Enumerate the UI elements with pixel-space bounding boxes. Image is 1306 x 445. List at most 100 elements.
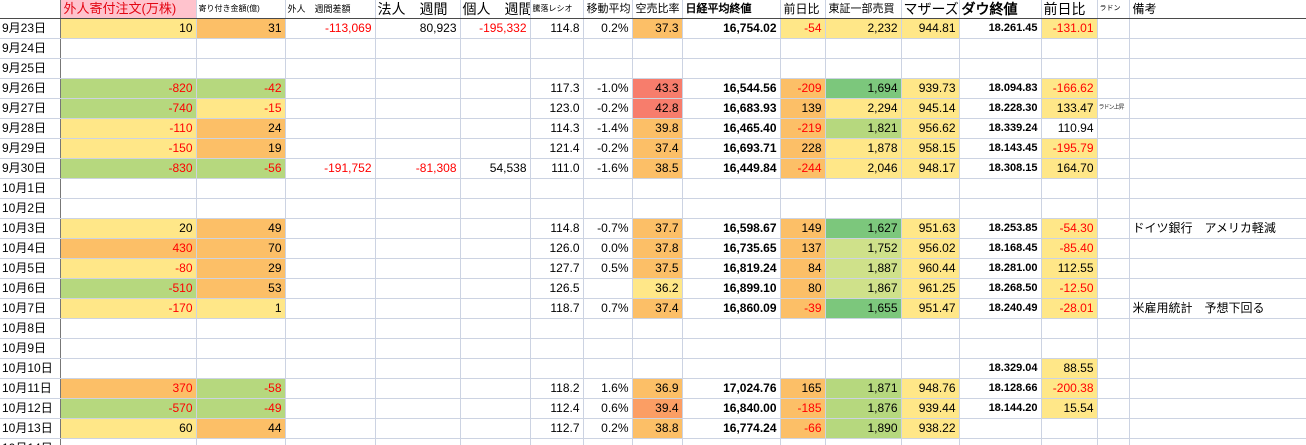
cell-radon[interactable] <box>1097 258 1130 279</box>
cell-ratio[interactable]: 123.0 <box>530 98 584 119</box>
cell-karauri[interactable]: 37.8 <box>632 238 683 259</box>
cell-karauri[interactable]: 38.5 <box>632 158 683 179</box>
cell-nikkei[interactable]: 16,840.00 <box>682 398 781 419</box>
row-date[interactable]: 10月13日 <box>0 418 61 439</box>
cell-tosho[interactable]: 1,655 <box>825 298 902 319</box>
cell-biko[interactable]: ドイツ銀行 アメリカ軽減 <box>1129 218 1306 239</box>
row-date[interactable]: 10月2日 <box>0 198 61 219</box>
cell-ma[interactable] <box>583 278 633 299</box>
cell-ratio[interactable]: 118.2 <box>530 378 584 399</box>
cell-biko[interactable] <box>1129 278 1306 299</box>
row-date[interactable]: 9月24日 <box>0 38 61 59</box>
cell-gaijin_week[interactable] <box>285 398 376 419</box>
cell-ma[interactable] <box>583 318 633 339</box>
cell-hojin_week[interactable] <box>375 58 461 79</box>
cell-karauri[interactable]: 43.3 <box>632 78 683 99</box>
cell-ratio[interactable]: 127.7 <box>530 258 584 279</box>
cell-dow[interactable]: 18.168.45 <box>959 238 1042 259</box>
cell-mothers[interactable] <box>901 438 960 445</box>
cell-kingaku[interactable] <box>196 438 286 445</box>
cell-radon[interactable] <box>1097 218 1130 239</box>
cell-kingaku[interactable]: 1 <box>196 298 286 319</box>
column-header-nikkei[interactable]: 日経平均終値 <box>682 0 781 19</box>
cell-gaijin_week[interactable] <box>285 58 376 79</box>
cell-gaijin[interactable]: 10 <box>60 18 197 39</box>
cell-dow[interactable] <box>959 198 1042 219</box>
cell-kojin_week[interactable] <box>460 378 531 399</box>
cell-mothers[interactable]: 956.62 <box>901 118 960 139</box>
cell-kingaku[interactable]: -15 <box>196 98 286 119</box>
cell-dow_diff[interactable]: -85.40 <box>1041 238 1098 259</box>
cell-kingaku[interactable]: 49 <box>196 218 286 239</box>
cell-kojin_week[interactable] <box>460 118 531 139</box>
corner-header[interactable] <box>0 0 61 19</box>
cell-tosho[interactable] <box>825 58 902 79</box>
cell-biko[interactable] <box>1129 18 1306 39</box>
cell-mothers[interactable] <box>901 318 960 339</box>
cell-hojin_week[interactable] <box>375 138 461 159</box>
cell-mothers[interactable] <box>901 38 960 59</box>
cell-gaijin_week[interactable] <box>285 318 376 339</box>
cell-karauri[interactable] <box>632 178 683 199</box>
cell-karauri[interactable]: 37.5 <box>632 258 683 279</box>
cell-biko[interactable] <box>1129 398 1306 419</box>
cell-nikkei_diff[interactable]: -219 <box>780 118 826 139</box>
cell-dow_diff[interactable]: 88.55 <box>1041 358 1098 379</box>
cell-nikkei_diff[interactable] <box>780 198 826 219</box>
row-date[interactable]: 10月7日 <box>0 298 61 319</box>
cell-dow[interactable] <box>959 418 1042 439</box>
row-date[interactable]: 9月27日 <box>0 98 61 119</box>
cell-tosho[interactable] <box>825 338 902 359</box>
cell-hojin_week[interactable] <box>375 178 461 199</box>
cell-biko[interactable] <box>1129 198 1306 219</box>
cell-radon[interactable] <box>1097 278 1130 299</box>
cell-gaijin_week[interactable] <box>285 298 376 319</box>
cell-radon[interactable] <box>1097 18 1130 39</box>
cell-biko[interactable] <box>1129 78 1306 99</box>
cell-radon[interactable] <box>1097 298 1130 319</box>
cell-gaijin_week[interactable] <box>285 258 376 279</box>
cell-kingaku[interactable]: 70 <box>196 238 286 259</box>
cell-dow_diff[interactable]: 110.94 <box>1041 118 1098 139</box>
cell-dow_diff[interactable] <box>1041 318 1098 339</box>
cell-dow[interactable]: 18.228.30 <box>959 98 1042 119</box>
cell-hojin_week[interactable] <box>375 218 461 239</box>
cell-karauri[interactable]: 42.8 <box>632 98 683 119</box>
cell-ratio[interactable]: 117.3 <box>530 78 584 99</box>
cell-mothers[interactable]: 956.02 <box>901 238 960 259</box>
column-header-tosho[interactable]: 東証一部売買 <box>825 0 902 19</box>
cell-nikkei[interactable]: 16,449.84 <box>682 158 781 179</box>
cell-gaijin[interactable]: -740 <box>60 98 197 119</box>
row-date[interactable]: 10月8日 <box>0 318 61 339</box>
cell-ratio[interactable]: 126.5 <box>530 278 584 299</box>
cell-nikkei_diff[interactable]: 149 <box>780 218 826 239</box>
cell-biko[interactable] <box>1129 118 1306 139</box>
cell-tosho[interactable] <box>825 198 902 219</box>
cell-ma[interactable]: 0.7% <box>583 298 633 319</box>
cell-kingaku[interactable]: -56 <box>196 158 286 179</box>
cell-gaijin_week[interactable] <box>285 238 376 259</box>
cell-ma[interactable]: -1.4% <box>583 118 633 139</box>
cell-kingaku[interactable] <box>196 358 286 379</box>
row-date[interactable]: 10月3日 <box>0 218 61 239</box>
cell-ratio[interactable] <box>530 38 584 59</box>
cell-nikkei[interactable]: 17,024.76 <box>682 378 781 399</box>
cell-tosho[interactable]: 1,752 <box>825 238 902 259</box>
cell-karauri[interactable] <box>632 38 683 59</box>
cell-kojin_week[interactable] <box>460 98 531 119</box>
cell-nikkei[interactable] <box>682 338 781 359</box>
cell-karauri[interactable]: 37.4 <box>632 298 683 319</box>
cell-biko[interactable] <box>1129 158 1306 179</box>
cell-nikkei[interactable]: 16,774.24 <box>682 418 781 439</box>
cell-dow[interactable]: 18.268.50 <box>959 278 1042 299</box>
cell-tosho[interactable]: 1,867 <box>825 278 902 299</box>
cell-dow[interactable] <box>959 438 1042 445</box>
cell-dow[interactable]: 18.281.00 <box>959 258 1042 279</box>
cell-hojin_week[interactable] <box>375 38 461 59</box>
cell-gaijin_week[interactable] <box>285 78 376 99</box>
cell-dow[interactable] <box>959 318 1042 339</box>
cell-ratio[interactable]: 111.0 <box>530 158 584 179</box>
cell-radon[interactable] <box>1097 138 1130 159</box>
cell-dow_diff[interactable]: 112.55 <box>1041 258 1098 279</box>
cell-nikkei_diff[interactable]: -244 <box>780 158 826 179</box>
